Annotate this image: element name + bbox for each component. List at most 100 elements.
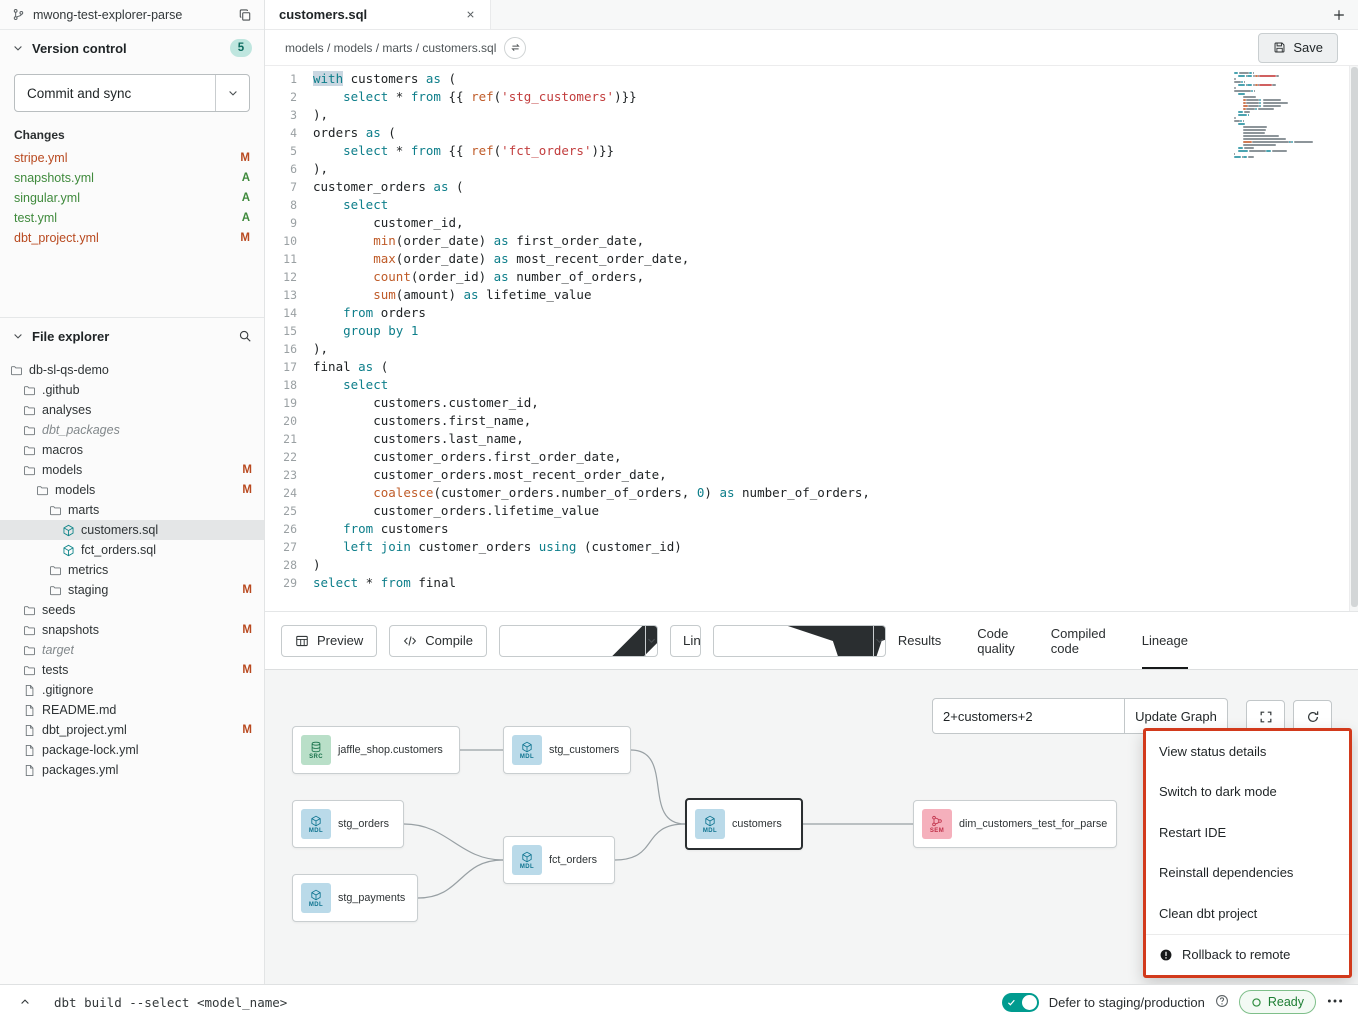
tree-item-label: seeds [42,603,75,617]
editor-tab-bar: customers.sql [265,0,1358,30]
tab-customers-sql[interactable]: customers.sql [265,0,491,29]
save-button[interactable]: Save [1258,33,1338,63]
close-icon[interactable] [465,9,476,20]
fullscreen-icon [1259,710,1273,724]
change-row-stripe-yml[interactable]: stripe.ymlM [0,148,264,168]
line-number: 21 [265,430,313,448]
search-icon[interactable] [238,329,252,343]
lineage-node-dim-customers-test-for-parse[interactable]: SEMdim_customers_test_for_parse [913,800,1117,848]
tree-item-tests[interactable]: testsM [0,660,264,680]
menu-item-clean-dbt-project[interactable]: Clean dbt project [1146,893,1349,934]
defer-toggle[interactable] [1002,993,1039,1012]
code-line: 20 customers.first_name, [265,412,1358,430]
code-line: 11 max(order_date) as most_recent_order_… [265,250,1358,268]
commit-options-button[interactable] [215,75,249,111]
git-status-badge: M [242,584,252,596]
tree-item-packages-yml[interactable]: packages.yml [0,760,264,780]
tree-item-fct-orders-sql[interactable]: fct_orders.sql [0,540,264,560]
version-control-header[interactable]: Version control 5 [0,30,264,66]
file-explorer-header[interactable]: File explorer [0,318,264,354]
menu-item-rollback-to-remote[interactable]: Rollback to remote [1146,934,1349,976]
status-label: Ready [1268,995,1304,1009]
tab-code-quality[interactable]: Code quality [977,612,1015,669]
changes-count-badge: 5 [230,39,252,57]
folder-icon [23,604,36,617]
change-row-dbt-project-yml[interactable]: dbt_project.ymlM [0,228,264,248]
tree-item-label: .gitignore [42,683,93,697]
change-row-snapshots-yml[interactable]: snapshots.ymlA [0,168,264,188]
tree-item-label: dbt_packages [42,423,120,437]
node-type-label: MDL [520,864,534,870]
lint-button[interactable]: Lint [671,626,701,656]
lineage-node-customers[interactable]: MDLcustomers [685,798,803,850]
preview-button[interactable]: Preview [281,625,377,657]
minimap-line [1234,75,1292,77]
editor-scrollbar[interactable] [1349,66,1358,611]
new-tab-button[interactable] [1332,0,1346,29]
lineage-selector-input[interactable] [932,698,1125,734]
dbt-copilot-button[interactable]: dbt Copilot [714,626,873,656]
scrollbar-thumb[interactable] [1351,67,1358,607]
node-type-label: MDL [309,828,323,834]
minimap-line [1234,120,1292,122]
tree-item-readme-md[interactable]: README.md [0,700,264,720]
change-status: A [242,172,250,184]
tree-item-models[interactable]: modelsM [0,480,264,500]
tree-item-dbt-packages[interactable]: dbt_packages [0,420,264,440]
tree-item-analyses[interactable]: analyses [0,400,264,420]
mdl-badge: MDL [695,809,725,839]
tree-item-package-lock-yml[interactable]: package-lock.yml [0,740,264,760]
minimap[interactable] [1234,72,1292,159]
change-status: A [242,212,250,224]
copilot-options-button[interactable] [873,626,885,656]
tree-item-staging[interactable]: staging M [0,580,264,600]
menu-item-restart-ide[interactable]: Restart IDE [1146,812,1349,853]
tree-item-snapshots[interactable]: snapshotsM [0,620,264,640]
tree-item-seeds[interactable]: seeds [0,600,264,620]
code-text: min(order_date) as first_order_date, [313,232,644,250]
tree-item-label: fct_orders.sql [81,543,156,557]
lineage-node-stg-orders[interactable]: MDLstg_orders [292,800,404,848]
commit-and-sync-button[interactable]: Commit and sync [15,75,215,111]
change-row-singular-yml[interactable]: singular.ymlA [0,188,264,208]
tab-lineage[interactable]: Lineage [1142,612,1188,669]
chevron-down-icon [12,330,24,342]
tree-item-gitignore[interactable]: .gitignore [0,680,264,700]
tree-item-customers-sql[interactable]: customers.sql [0,520,264,540]
lineage-node-stg-payments[interactable]: MDLstg_payments [292,874,418,922]
tree-item-label: staging [68,583,108,597]
build-options-button[interactable] [645,626,657,656]
change-row-test-yml[interactable]: test.ymlA [0,208,264,228]
expand-command-bar-button[interactable] [14,991,36,1013]
menu-item-switch-to-dark-mode[interactable]: Switch to dark mode [1146,772,1349,813]
lineage-node-fct-orders[interactable]: MDL fct_orders [503,836,615,884]
build-button[interactable]: Build [500,626,645,656]
lineage-node-stg-customers[interactable]: MDLstg_customers [503,726,631,774]
code-editor[interactable]: 1with customers as (2 select * from {{ r… [265,66,1358,612]
minimap-line [1234,144,1292,146]
tree-item-macros[interactable]: macros [0,440,264,460]
tree-item-github[interactable]: .github [0,380,264,400]
folder-icon [23,444,36,457]
copy-branch-button[interactable] [238,8,252,22]
minimap-line [1234,96,1292,98]
more-options-button[interactable] [1326,992,1344,1013]
tree-item-dbt-project-yml[interactable]: dbt_project.ymlM [0,720,264,740]
tree-item-marts[interactable]: marts [0,500,264,520]
compile-button[interactable]: Compile [389,625,487,657]
command-input[interactable]: dbt build --select <model_name> [54,995,287,1010]
node-label: fct_orders [549,854,597,866]
folder-icon [49,504,62,517]
defer-info-button[interactable] [1215,994,1229,1011]
file-explorer-section: File explorer db-sl-qs-demo.githubanalys… [0,318,264,984]
tree-item-target[interactable]: target [0,640,264,660]
breadcrumb-action-button[interactable] [504,37,526,59]
menu-item-reinstall-dependencies[interactable]: Reinstall dependencies [1146,853,1349,894]
tree-item-metrics[interactable]: metrics [0,560,264,580]
lineage-node-jaffle-shop-customers[interactable]: SRCjaffle_shop.customers [292,726,460,774]
tab-results[interactable]: Results [898,612,941,669]
tree-item-db-sl-qs-demo[interactable]: db-sl-qs-demo [0,360,264,380]
tab-compiled-code[interactable]: Compiled code [1051,612,1106,669]
tree-item-models[interactable]: modelsM [0,460,264,480]
menu-item-view-status-details[interactable]: View status details [1146,731,1349,772]
